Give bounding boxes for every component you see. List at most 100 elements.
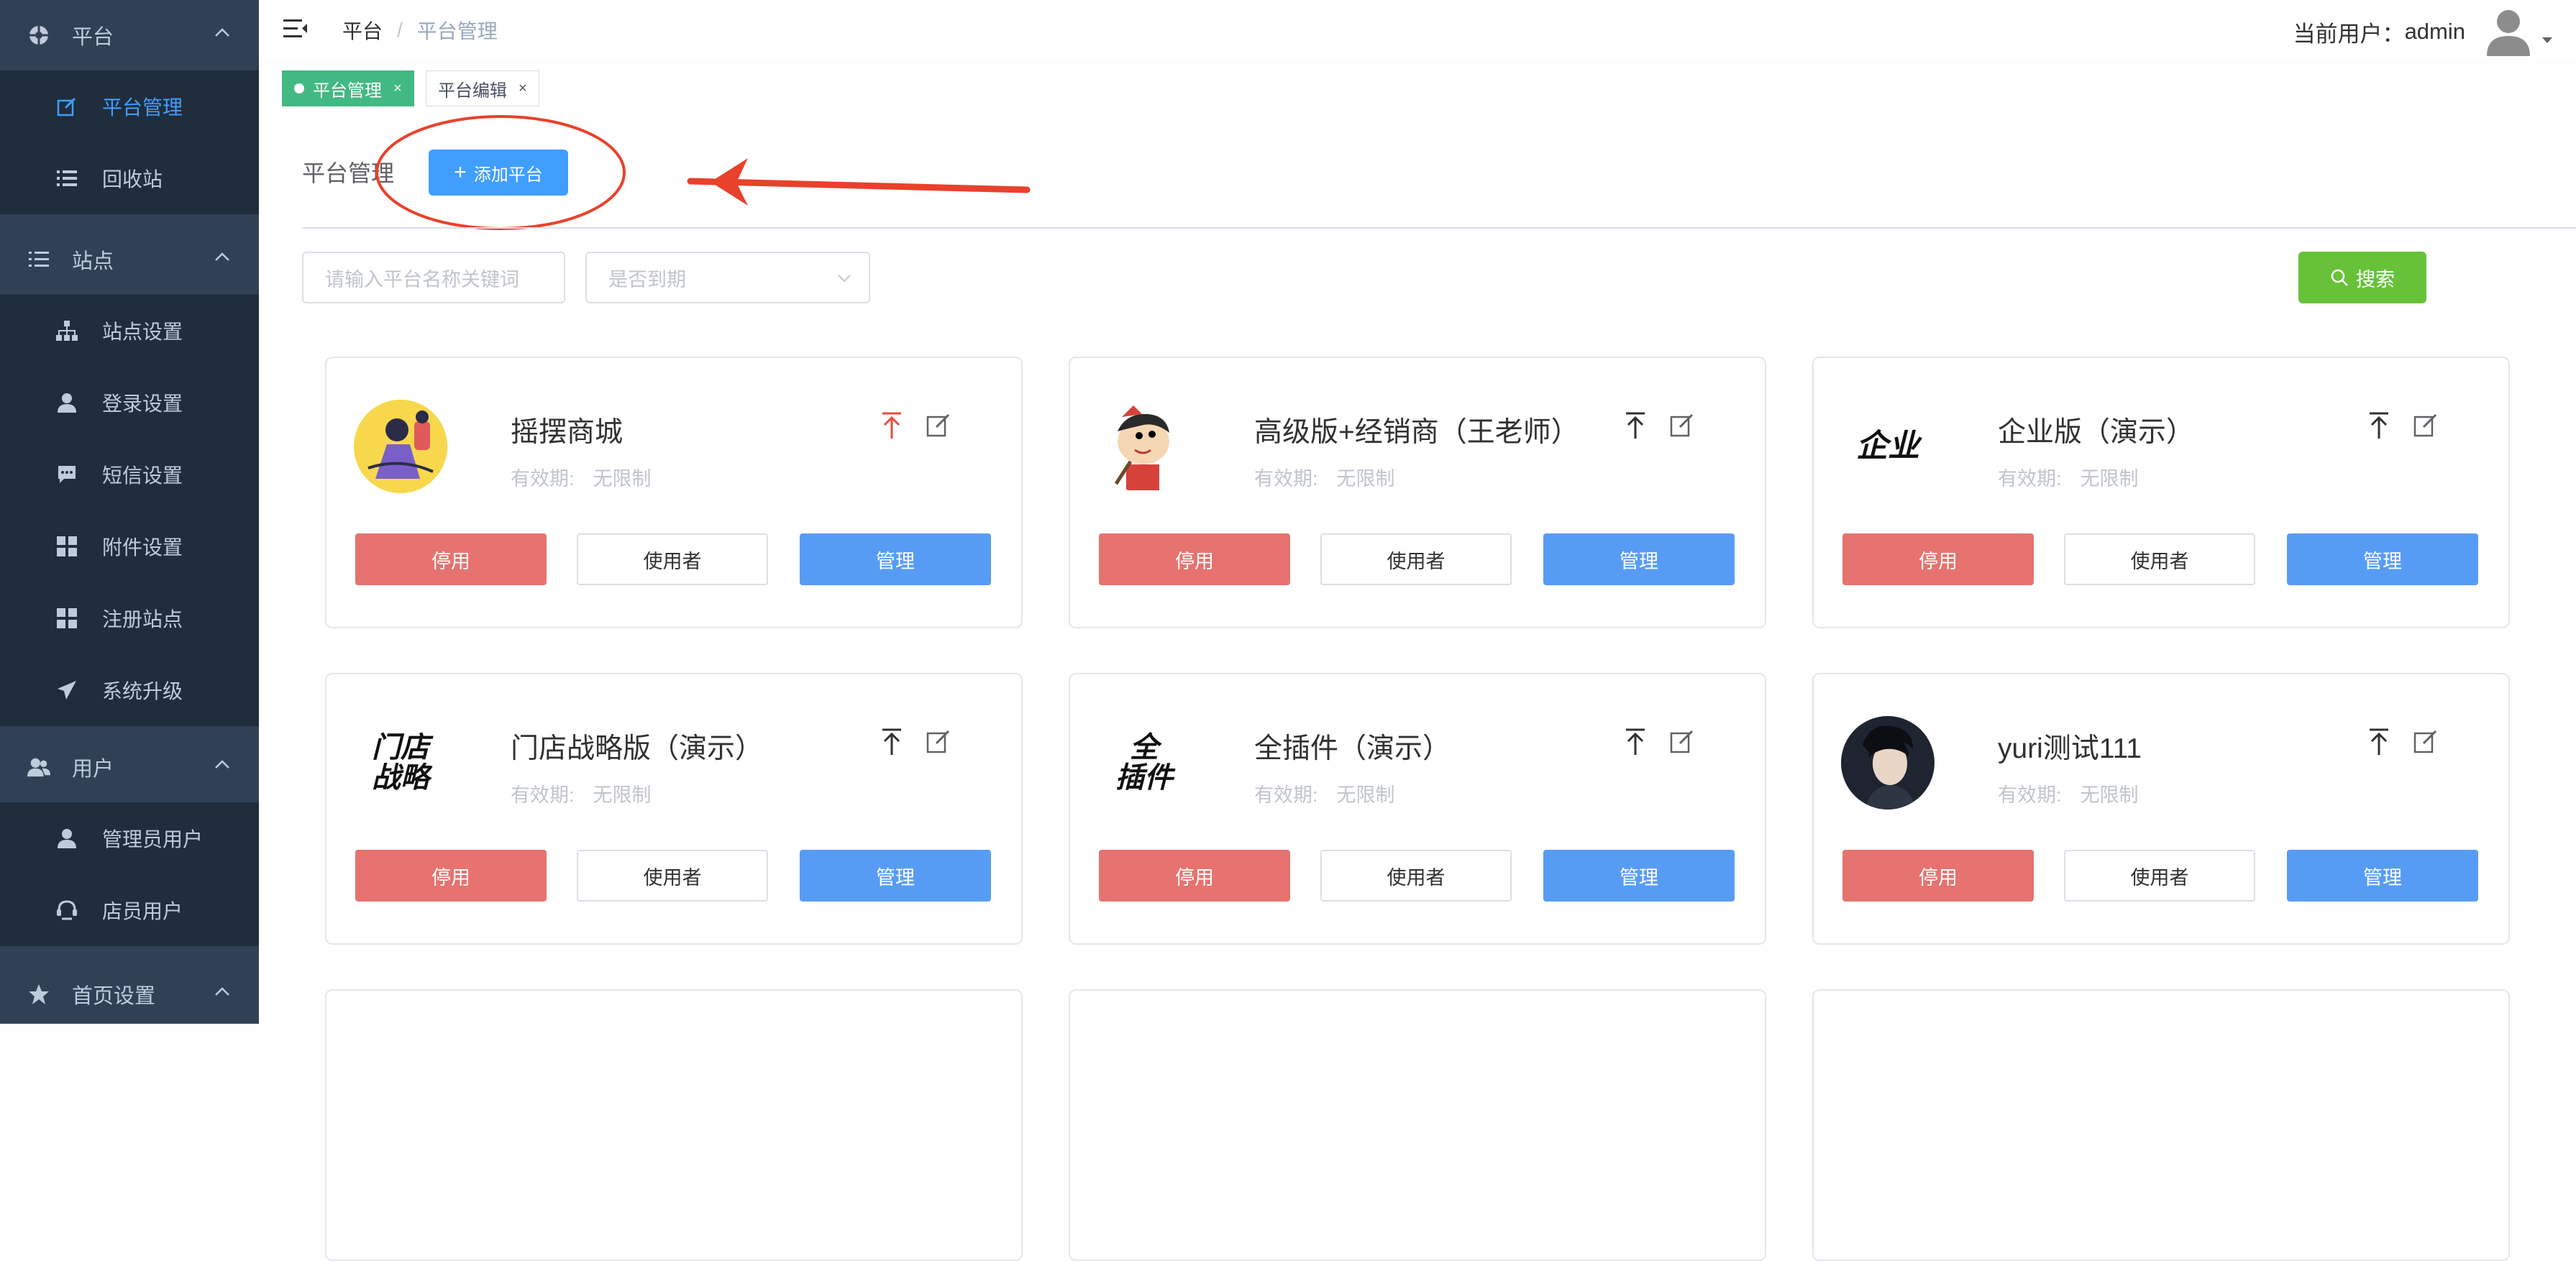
manage-button[interactable]: 管理 [800, 533, 991, 585]
sidebar-item-login-settings[interactable]: 登录设置 [0, 367, 259, 439]
sidebar-group-label: 首页设置 [72, 985, 156, 1008]
sidebar-item-label: 店员用户 [102, 900, 183, 922]
current-username: admin [2404, 19, 2465, 44]
annotation-arrow-head-fill [709, 155, 713, 208]
manage-button[interactable]: 管理 [2287, 850, 2478, 902]
manage-button[interactable]: 管理 [1543, 533, 1735, 585]
hamburger-icon[interactable] [283, 18, 308, 40]
sidebar-item-sms-settings[interactable]: 短信设置 [0, 439, 259, 510]
sidebar-item-site-settings[interactable]: 站点设置 [0, 295, 259, 367]
disable-button[interactable]: 停用 [355, 533, 547, 585]
edit-icon[interactable] [2413, 729, 2438, 753]
platform-validity: 有效期: 无限制 [1254, 779, 1395, 807]
sidebar-item-label: 登录设置 [102, 393, 183, 415]
platform-name: 企业版（演示） [1998, 417, 2195, 448]
user-icon [56, 827, 78, 849]
tags-view: 平台管理 × 平台编辑 × [259, 63, 2576, 114]
avatar-icon[interactable] [2483, 6, 2534, 58]
list-icon [56, 168, 78, 189]
edit-icon[interactable] [1670, 729, 1694, 753]
close-icon[interactable]: × [519, 81, 527, 97]
sidebar-group-platform[interactable]: 平台 [0, 0, 259, 70]
platform-name: 摇摆商城 [511, 417, 624, 448]
sidebar-item-system-upgrade[interactable]: 系统升级 [0, 654, 259, 726]
disable-button[interactable]: 停用 [1842, 850, 2034, 902]
tag-platform-manage[interactable]: 平台管理 × [282, 70, 414, 106]
platform-name: 高级版+经销商（王老师） [1254, 417, 1579, 448]
sidebar-group-site[interactable]: 站点 [0, 224, 259, 295]
tag-label: 平台管理 [313, 81, 382, 101]
platform-search-input[interactable]: 请输入平台名称关键词 [302, 252, 565, 303]
caret-down-icon[interactable] [2541, 36, 2553, 45]
platform-card: 门店 战略 门店战略版（演示） 有效期: 无限制 停用 使用者 管理 [325, 673, 1023, 945]
pin-to-top-icon[interactable] [1624, 728, 1647, 756]
validity-value: 无限制 [1336, 784, 1395, 806]
sidebar-group-label: 用户 [72, 758, 114, 781]
sidebar-item-attachment-settings[interactable]: 附件设置 [0, 510, 259, 582]
validity-label: 有效期: [1998, 468, 2062, 490]
platform-card [1812, 989, 2510, 1261]
sidebar-item-label: 系统升级 [102, 680, 183, 702]
manage-button[interactable]: 管理 [2287, 533, 2478, 585]
send-icon [56, 679, 78, 701]
users-button[interactable]: 使用者 [1320, 533, 1512, 585]
edit-icon[interactable] [926, 413, 951, 437]
search-button-label: 搜索 [2356, 268, 2395, 290]
disable-button[interactable]: 停用 [1842, 533, 2034, 585]
sitemap-icon [56, 320, 78, 341]
edit-icon[interactable] [1670, 413, 1694, 437]
page-title: 平台管理 [302, 160, 395, 186]
sidebar-group-label: 平台 [72, 26, 114, 49]
sidebar: 平台 平台管理 回收站 站点 站点设置 登录设置 短信设置 附件设置 注册站点 … [0, 0, 259, 1024]
logo-text: 门店 战略 [372, 731, 429, 794]
disable-button[interactable]: 停用 [1099, 533, 1290, 585]
plus-icon: + [454, 160, 467, 184]
sidebar-group-homepage[interactable]: 首页设置 [0, 959, 259, 1024]
sidebar-item-recycle-bin[interactable]: 回收站 [0, 142, 259, 214]
users-button[interactable]: 使用者 [577, 533, 768, 585]
edit-icon[interactable] [926, 729, 951, 753]
disable-button[interactable]: 停用 [355, 850, 547, 902]
users-button[interactable]: 使用者 [2064, 533, 2255, 585]
validity-label: 有效期: [1998, 784, 2062, 806]
platform-name: 全插件（演示） [1254, 733, 1451, 764]
sidebar-item-admin-users[interactable]: 管理员用户 [0, 802, 259, 874]
sidebar-item-label: 注册站点 [102, 608, 183, 630]
sidebar-group-users[interactable]: 用户 [0, 732, 259, 802]
platform-logo: 门店 战略 [354, 716, 447, 810]
users-button[interactable]: 使用者 [1320, 850, 1512, 902]
sidebar-item-platform-manage[interactable]: 平台管理 [0, 70, 259, 142]
edit-icon [56, 96, 78, 117]
breadcrumb-item-current: 平台管理 [416, 20, 498, 42]
users-button[interactable]: 使用者 [577, 850, 768, 902]
sidebar-item-register-site[interactable]: 注册站点 [0, 582, 259, 654]
users-button[interactable]: 使用者 [2064, 850, 2255, 902]
pin-to-top-icon[interactable] [880, 411, 903, 440]
tag-platform-edit[interactable]: 平台编辑 × [426, 70, 539, 106]
chevron-up-icon [215, 760, 229, 769]
divider [302, 227, 2576, 229]
manage-button[interactable]: 管理 [1543, 850, 1735, 902]
validity-label: 有效期: [511, 468, 575, 490]
user-menu[interactable]: 当前用户： admin [2293, 0, 2553, 63]
manage-button[interactable]: 管理 [800, 850, 991, 902]
annotation-arrowhead [711, 157, 712, 207]
platform-card: 全 插件 全插件（演示） 有效期: 无限制 停用 使用者 管理 [1069, 673, 1766, 945]
chevron-up-icon [215, 987, 229, 996]
edit-icon[interactable] [2413, 413, 2438, 437]
add-platform-button[interactable]: + 添加平台 [429, 150, 568, 196]
staff-icon [56, 899, 78, 921]
platform-logo: 企业 [1841, 400, 1935, 493]
sidebar-item-staff-users[interactable]: 店员用户 [0, 874, 259, 946]
close-icon[interactable]: × [393, 81, 402, 97]
expire-select[interactable]: 是否到期 [585, 252, 870, 303]
pin-to-top-icon[interactable] [2367, 411, 2390, 440]
pin-to-top-icon[interactable] [1624, 411, 1647, 440]
sidebar-item-label: 站点设置 [102, 321, 183, 343]
disable-button[interactable]: 停用 [1099, 850, 1290, 902]
platform-logo [1097, 400, 1191, 493]
breadcrumb-item-platform[interactable]: 平台 [342, 16, 383, 45]
search-button[interactable]: 搜索 [2298, 252, 2426, 303]
pin-to-top-icon[interactable] [880, 728, 903, 756]
pin-to-top-icon[interactable] [2367, 728, 2390, 756]
